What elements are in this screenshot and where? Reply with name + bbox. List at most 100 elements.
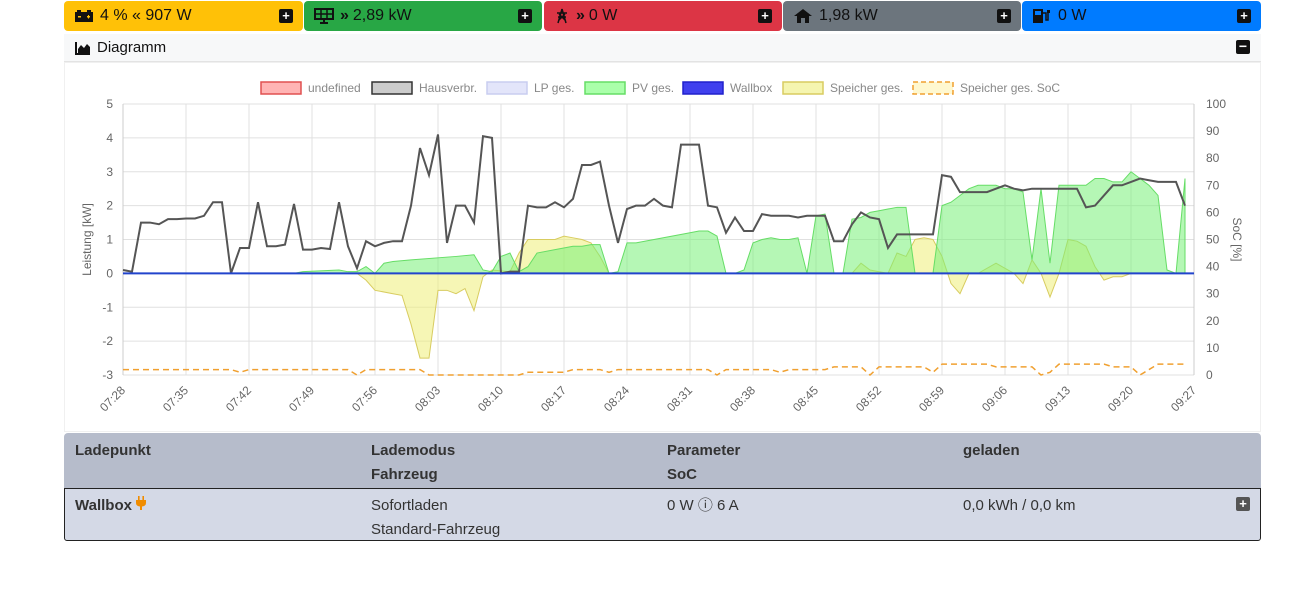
y-axis-title: Leistung [kW] (80, 203, 94, 276)
home-icon (793, 8, 813, 24)
grid-value: 0 W (588, 7, 618, 24)
legend-label: Wallbox (730, 81, 772, 95)
x-tick-label: 09:06 (979, 383, 1010, 414)
y-tick-label: 1 (106, 233, 113, 247)
legend-swatch (371, 81, 413, 95)
battery-icon (74, 9, 94, 23)
x-tick-label: 08:45 (790, 383, 821, 414)
power-tiles: 4 % « 907 W + » 2,89 kW + » 0 W + 1,98 k… (64, 1, 1261, 32)
y-tick-label: 3 (106, 165, 113, 179)
y-tick-label: 0 (106, 266, 113, 280)
expand-row-icon[interactable]: + (1236, 497, 1250, 511)
x-tick-label: 09:27 (1168, 383, 1199, 414)
legend-swatch (260, 81, 302, 95)
collapse-diagram-icon[interactable]: − (1236, 39, 1250, 54)
grid-arrow-icon: » (576, 7, 585, 24)
y-tick-label: 5 (106, 97, 113, 111)
legend-label: Speicher ges. SoC (960, 81, 1060, 95)
y2-axis-title: SoC [%] (1230, 217, 1244, 261)
legend-swatch (486, 81, 528, 95)
chargepoint-tile[interactable]: 0 W + (1022, 1, 1261, 31)
house-value: 1,98 kW (819, 7, 878, 24)
header-geladen: geladen (963, 442, 1020, 459)
battery-tile[interactable]: 4 % « 907 W + (64, 1, 303, 31)
x-tick-label: 08:03 (412, 383, 443, 414)
x-tick-label: 09:20 (1105, 383, 1136, 414)
header-parameter: Parameter SoC (667, 442, 741, 483)
row-geladen: 0,0 kWh / 0,0 km (963, 497, 1076, 514)
expand-house-icon[interactable]: + (997, 9, 1011, 23)
x-tick-label: 07:42 (223, 383, 254, 414)
header-ladepunkt: Ladepunkt (75, 442, 151, 459)
x-tick-label: 09:13 (1042, 383, 1073, 414)
diagram-title: Diagramm (97, 39, 167, 56)
x-tick-label: 07:28 (97, 383, 128, 414)
y2-tick-label: 90 (1206, 124, 1220, 138)
pv-tile[interactable]: » 2,89 kW + (304, 1, 542, 31)
legend-label: Speicher ges. (830, 81, 903, 95)
x-tick-label: 08:10 (475, 383, 506, 414)
row-fahrzeug-value: Standard-Fahrzeug (371, 521, 501, 538)
x-tick-label: 08:17 (538, 383, 569, 414)
chargepoint-value: 0 W (1058, 7, 1087, 24)
table-header: Ladepunkt Lademodus Fahrzeug Parameter SoC… (64, 433, 1261, 488)
house-tile[interactable]: 1,98 kW + (783, 1, 1021, 31)
y2-tick-label: 40 (1206, 260, 1220, 274)
plug-icon (136, 494, 147, 518)
y2-tick-label: 30 (1206, 287, 1220, 301)
x-tick-label: 08:52 (853, 383, 884, 414)
power-chart: 5 4 3 2 1 0 -1 -2 -3 100 90 80 70 60 50 40 30 20 10 0 07:28 0… (64, 62, 1261, 432)
y2-tick-label: 0 (1206, 368, 1213, 382)
y2-tick-label: 50 (1206, 233, 1220, 247)
series-soc-line (123, 363, 1185, 377)
pv-arrow-icon: » (340, 7, 349, 24)
chargepoint-table: Ladepunkt Lademodus Fahrzeug Parameter SoC… (64, 433, 1261, 541)
x-tick-label: 07:49 (286, 383, 317, 414)
expand-grid-icon[interactable]: + (758, 9, 772, 23)
expand-battery-icon[interactable]: + (279, 9, 293, 23)
y2-tick-label: 10 (1206, 341, 1220, 355)
table-row[interactable]: Wallbox Sofortladen Standard-Fahrzeug 0 … (64, 488, 1261, 541)
x-tick-label: 07:56 (349, 383, 380, 414)
y2-tick-label: 80 (1206, 151, 1220, 165)
power-pylon-icon (554, 8, 570, 24)
legend-swatch (782, 81, 824, 95)
row-lademodus: Sofortladen Standard-Fahrzeug (371, 494, 500, 542)
legend-label: undefined (308, 81, 361, 95)
diagram-header[interactable]: Diagramm − (64, 34, 1261, 62)
battery-value: 4 % « 907 W (100, 7, 192, 24)
x-tick-label: 08:24 (601, 383, 632, 414)
y2-tick-label: 60 (1206, 205, 1220, 219)
chart-area-icon (75, 41, 91, 55)
series-pv-area (123, 171, 1186, 275)
grid-tile[interactable]: » 0 W + (544, 1, 782, 31)
y2-tick-label: 100 (1206, 97, 1226, 111)
x-tick-label: 08:31 (664, 383, 695, 414)
header-lademodus: Lademodus Fahrzeug (371, 442, 456, 483)
row-modus-value[interactable]: Sofortladen (371, 494, 500, 518)
y-tick-label: -3 (102, 368, 113, 382)
row-parameter: 0 W ⓘ 6 A (667, 497, 739, 514)
y-tick-label: -1 (102, 300, 113, 314)
expand-chargepoint-icon[interactable]: + (1237, 9, 1251, 23)
expand-pv-icon[interactable]: + (518, 9, 532, 23)
legend-swatch (912, 81, 954, 95)
legend-label: PV ges. (632, 81, 674, 95)
y-tick-label: 4 (106, 131, 113, 145)
y2-tick-label: 20 (1206, 314, 1220, 328)
y-tick-label: -2 (102, 334, 113, 348)
x-tick-label: 08:38 (727, 383, 758, 414)
legend-swatch (584, 81, 626, 95)
chart-svg: 543210-1-2-3100908070605040302010007:28 0… (80, 81, 1244, 414)
x-tick-label: 08:59 (916, 383, 947, 414)
legend-label: Hausverbr. (419, 81, 477, 95)
legend-swatch (682, 81, 724, 95)
y-tick-label: 2 (106, 199, 113, 213)
pv-value: 2,89 kW (352, 7, 412, 24)
charging-station-icon (1032, 8, 1052, 24)
legend-label: LP ges. (534, 81, 574, 95)
y2-tick-label: 70 (1206, 178, 1220, 192)
solar-panel-icon (314, 8, 334, 24)
row-ladepunkt: Wallbox (75, 494, 147, 518)
x-tick-label: 07:35 (160, 383, 191, 414)
